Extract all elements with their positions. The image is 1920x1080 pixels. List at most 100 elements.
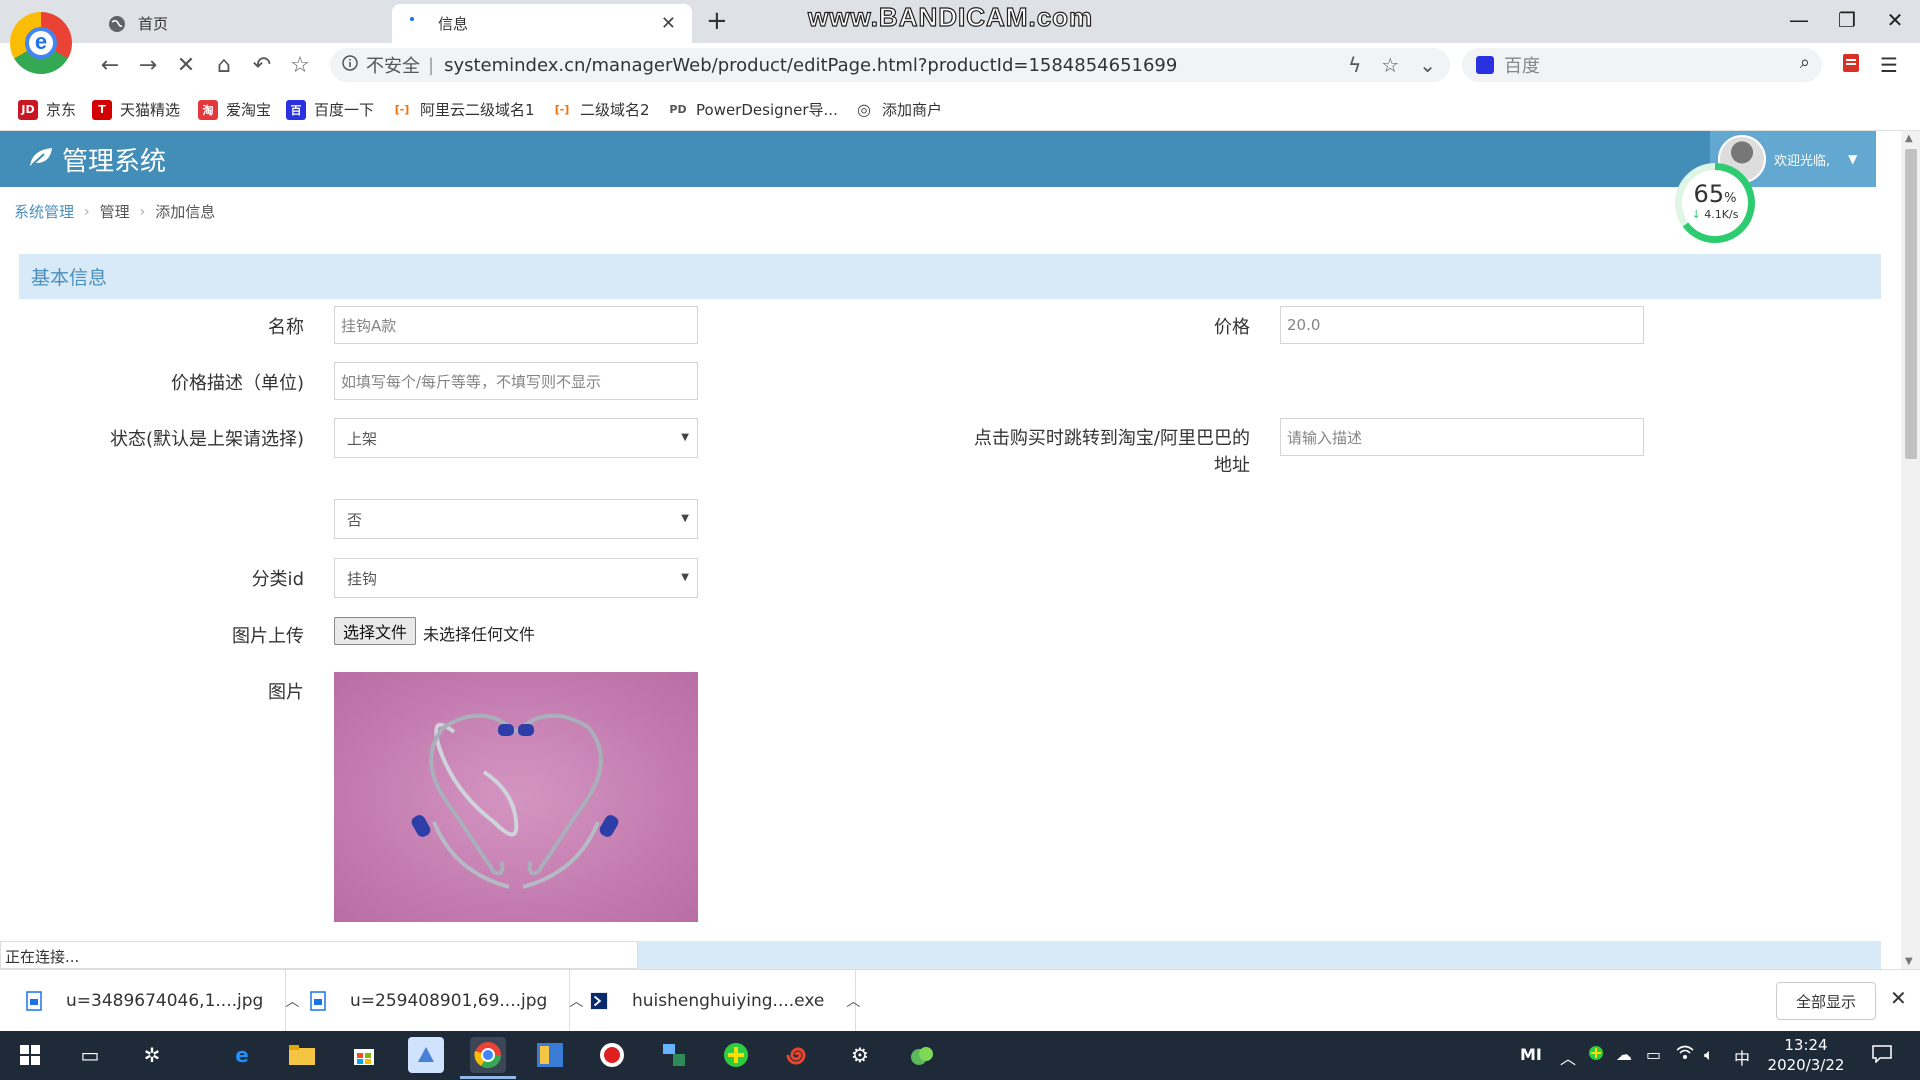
page-viewport: 管理系统 欢迎光临, ▼ 65% ↓ 4.1K/s 系统管理 › 管理 › 添加…: [0, 131, 1901, 969]
price-desc-input[interactable]: 如填写每个/每斤等等，不填写则不显示: [334, 362, 698, 400]
settings-gear-icon[interactable]: ⚙: [842, 1037, 878, 1073]
globe-icon: ◎: [857, 100, 871, 119]
browser-logo[interactable]: e: [10, 12, 72, 74]
bookmark-aitaobao[interactable]: 淘 爱淘宝: [198, 99, 271, 120]
download-filename: u=259408901,69....jpg: [350, 991, 548, 1011]
bookmark-tmall[interactable]: T 天猫精选: [92, 99, 180, 120]
pdf-icon[interactable]: [1842, 53, 1860, 78]
file-exe-icon: [590, 990, 608, 1012]
breadcrumb-current: 添加信息: [155, 203, 216, 221]
download-item[interactable]: u=259408901,69....jpg ︿: [310, 970, 583, 1032]
bookmark-aliyun-1[interactable]: [-] 阿里云二级域名1: [392, 99, 535, 120]
windows-start-icon[interactable]: [12, 1037, 48, 1073]
tab-label: 信息: [438, 15, 469, 33]
green-plus-app-icon[interactable]: [718, 1037, 754, 1073]
forward-arrow-icon[interactable]: →: [134, 51, 162, 79]
chevron-up-icon[interactable]: ︿: [1560, 1045, 1576, 1069]
chevron-right-icon: ›: [84, 203, 90, 220]
down-arrow-icon: ↓: [1691, 208, 1701, 221]
undo-icon[interactable]: ↶: [248, 51, 276, 79]
show-all-button[interactable]: 全部显示: [1776, 982, 1876, 1020]
address-bar[interactable]: 不安全 | systemindex.cn/managerWeb/product/…: [330, 48, 1450, 82]
file-explorer-icon[interactable]: [284, 1037, 320, 1073]
choose-file-button[interactable]: 选择文件: [334, 617, 417, 645]
status-label: 状态(默认是上架请选择): [109, 429, 304, 450]
notification-icon[interactable]: [1872, 1045, 1892, 1067]
network-speed-widget[interactable]: 65% ↓ 4.1K/s: [1675, 163, 1755, 243]
store-icon[interactable]: [346, 1037, 382, 1073]
info-icon[interactable]: [342, 54, 358, 76]
home-icon[interactable]: ⌂: [210, 51, 238, 79]
chevron-down-icon[interactable]: ⌄: [1419, 53, 1436, 77]
app-brand[interactable]: 管理系统: [28, 141, 166, 178]
bookmark-add-merchant[interactable]: ◎ 添加商户: [854, 99, 942, 120]
scroll-up-arrow-icon[interactable]: ▲: [1905, 133, 1913, 144]
image-label: 图片: [268, 682, 304, 703]
vertical-scrollbar[interactable]: ▲ ▼: [1901, 131, 1920, 969]
bookmark-powerdesigner[interactable]: PD PowerDesigner导...: [668, 99, 837, 120]
mi-tray-icon[interactable]: MI: [1520, 1045, 1542, 1064]
stop-icon[interactable]: ✕: [172, 51, 200, 79]
cloud-icon[interactable]: ☁: [1616, 1045, 1632, 1064]
star-icon[interactable]: ☆: [286, 51, 314, 79]
download-filename: huishenghuiying....exe: [632, 991, 825, 1011]
tab-info[interactable]: 信息 ✕: [392, 4, 692, 43]
bookmark-jd[interactable]: JD 京东: [18, 99, 76, 120]
category-select[interactable]: 挂钩 ▼: [334, 558, 698, 598]
volume-icon[interactable]: 🔈︎: [1704, 1045, 1714, 1065]
search-icon[interactable]: ⌕: [1800, 52, 1810, 73]
close-tab-icon[interactable]: ✕: [661, 13, 676, 34]
menu-icon[interactable]: ☰: [1880, 53, 1898, 77]
ime-indicator[interactable]: 中: [1734, 1045, 1750, 1069]
dropdown-arrow-icon: ▼: [681, 513, 689, 524]
network-tool-icon[interactable]: [656, 1037, 692, 1073]
status-select[interactable]: 上架 ▼: [334, 418, 698, 458]
new-tab-button[interactable]: +: [706, 6, 728, 36]
ide-app-icon[interactable]: [532, 1037, 568, 1073]
back-arrow-icon[interactable]: ←: [96, 51, 124, 79]
edge-browser-icon[interactable]: e: [224, 1037, 260, 1073]
task-view-icon[interactable]: ▭: [72, 1037, 108, 1073]
price-input[interactable]: 20.0: [1280, 306, 1644, 344]
scrollbar-thumb[interactable]: [1905, 149, 1917, 459]
wifi-icon[interactable]: [1676, 1045, 1694, 1065]
chevron-up-icon[interactable]: ︿: [285, 991, 299, 1011]
close-icon[interactable]: ✕: [1890, 986, 1907, 1010]
jump-address-label: 点击购买时跳转到淘宝/阿里巴巴的 地址: [900, 425, 1250, 479]
restore-button[interactable]: ❐: [1824, 8, 1870, 32]
tab-home[interactable]: 首页: [92, 4, 392, 43]
baidu-icon: [1476, 56, 1494, 74]
second-select-value: 否: [347, 510, 363, 529]
jump-label-line1: 点击购买时跳转到淘宝/阿里巴巴的: [973, 428, 1250, 449]
welcome-text: 欢迎光临,: [1774, 153, 1831, 169]
clock-date: 2020/3/22: [1767, 1056, 1845, 1074]
name-input[interactable]: 挂钩A款: [334, 306, 698, 344]
product-image: [334, 672, 698, 922]
taskbar-clock[interactable]: 13:24 2020/3/22: [1756, 1035, 1856, 1075]
breadcrumb-system[interactable]: 系统管理: [14, 201, 74, 222]
bookmark-star-icon[interactable]: ☆: [1381, 53, 1399, 77]
battery-icon[interactable]: ▭: [1646, 1045, 1661, 1064]
minimize-button[interactable]: —: [1776, 8, 1822, 32]
chevron-up-icon[interactable]: ︿: [569, 991, 583, 1011]
mail-app-icon[interactable]: [408, 1037, 444, 1073]
url-text[interactable]: systemindex.cn/managerWeb/product/editPa…: [444, 55, 1177, 76]
scroll-down-arrow-icon[interactable]: ▼: [1905, 956, 1913, 967]
second-select[interactable]: 否 ▼: [334, 499, 698, 539]
bookmark-aliyun-2[interactable]: [-] 二级域名2: [552, 99, 650, 120]
caret-down-icon[interactable]: ▼: [1848, 152, 1857, 166]
bookmark-baidu[interactable]: 百 百度一下: [286, 99, 374, 120]
chevron-up-icon[interactable]: ︿: [846, 991, 860, 1011]
green-plus-tray-icon[interactable]: [1588, 1045, 1604, 1065]
lightning-icon[interactable]: ϟ: [1348, 53, 1361, 77]
record-icon[interactable]: [594, 1037, 630, 1073]
browser-taskbar-icon[interactable]: [460, 1037, 516, 1079]
green-fruit-app-icon[interactable]: [904, 1037, 940, 1073]
jump-address-input[interactable]: 请输入描述: [1280, 418, 1644, 456]
search-box[interactable]: 百度 ⌕: [1462, 48, 1822, 82]
close-window-button[interactable]: ✕: [1872, 8, 1918, 32]
pinwheel-app-icon[interactable]: ✲: [134, 1037, 170, 1073]
download-item[interactable]: huishenghuiying....exe ︿: [590, 970, 860, 1032]
download-item[interactable]: u=3489674046,1....jpg ︿: [26, 970, 299, 1032]
spiral-app-icon[interactable]: [780, 1037, 816, 1073]
